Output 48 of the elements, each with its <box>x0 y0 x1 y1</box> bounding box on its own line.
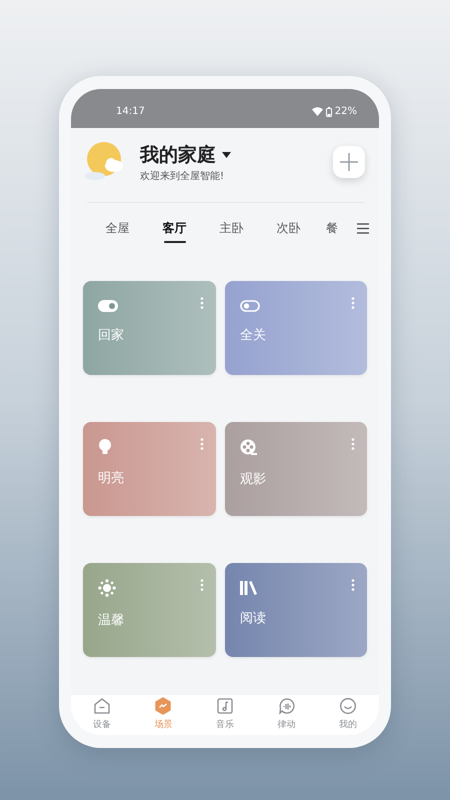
scene-card[interactable]: 温馨 <box>83 563 216 657</box>
status-time: 14:17 <box>116 106 145 117</box>
scene-name: 明亮 <box>98 470 124 487</box>
home-title[interactable]: 我的家庭 <box>140 142 216 168</box>
battery-icon <box>326 106 332 116</box>
more-icon[interactable] <box>351 579 355 591</box>
scene-name: 全关 <box>240 327 266 344</box>
books-icon <box>240 579 257 597</box>
film-reel-icon <box>240 438 257 456</box>
scene-name: 观影 <box>240 470 266 488</box>
nav-tab[interactable]: 音乐 <box>212 695 238 733</box>
dropdown-caret-icon[interactable] <box>222 152 231 158</box>
room-tab[interactable]: 全屋 <box>89 213 146 243</box>
toggle-off-icon <box>240 297 260 315</box>
plus-icon <box>339 152 359 172</box>
scene-card[interactable]: 全关 <box>225 281 367 375</box>
room-tab[interactable]: 次卧 <box>260 213 317 243</box>
smiley-icon <box>339 697 358 715</box>
nav-tab[interactable]: 律动 <box>274 695 300 733</box>
more-icon[interactable] <box>200 438 204 450</box>
toggle-on-icon <box>98 297 118 315</box>
scene-name: 温馨 <box>98 612 124 629</box>
nav-tab[interactable]: 我的 <box>335 695 362 733</box>
menu-icon[interactable] <box>357 222 369 234</box>
scene-card[interactable]: 观影 <box>225 422 367 516</box>
add-button[interactable] <box>333 146 365 178</box>
scene-card[interactable]: 阅读 <box>225 563 367 657</box>
more-icon[interactable] <box>351 438 355 450</box>
scene-name: 回家 <box>98 327 124 344</box>
wifi-icon <box>312 107 323 116</box>
scene-card[interactable]: 回家 <box>83 281 216 375</box>
house-icon <box>92 697 111 715</box>
room-tab[interactable]: 餐 <box>317 213 347 243</box>
sound-bubble-icon <box>278 697 296 715</box>
more-icon[interactable] <box>200 297 204 309</box>
scene-name: 阅读 <box>240 610 266 627</box>
more-icon[interactable] <box>200 579 204 591</box>
music-note-icon <box>216 697 234 715</box>
room-tab[interactable]: 主卧 <box>203 213 260 243</box>
scene-card[interactable]: 明亮 <box>83 422 216 516</box>
welcome-text: 欢迎来到全屋智能! <box>140 170 226 182</box>
sun-icon <box>98 579 116 597</box>
lightbulb-icon <box>98 438 112 456</box>
room-tab[interactable]: 客厅 <box>146 213 203 243</box>
more-icon[interactable] <box>351 297 355 309</box>
nav-tab[interactable]: 场景 <box>150 695 176 733</box>
nav-tab[interactable]: 设备 <box>88 695 115 733</box>
battery-level: 22% <box>334 106 357 117</box>
